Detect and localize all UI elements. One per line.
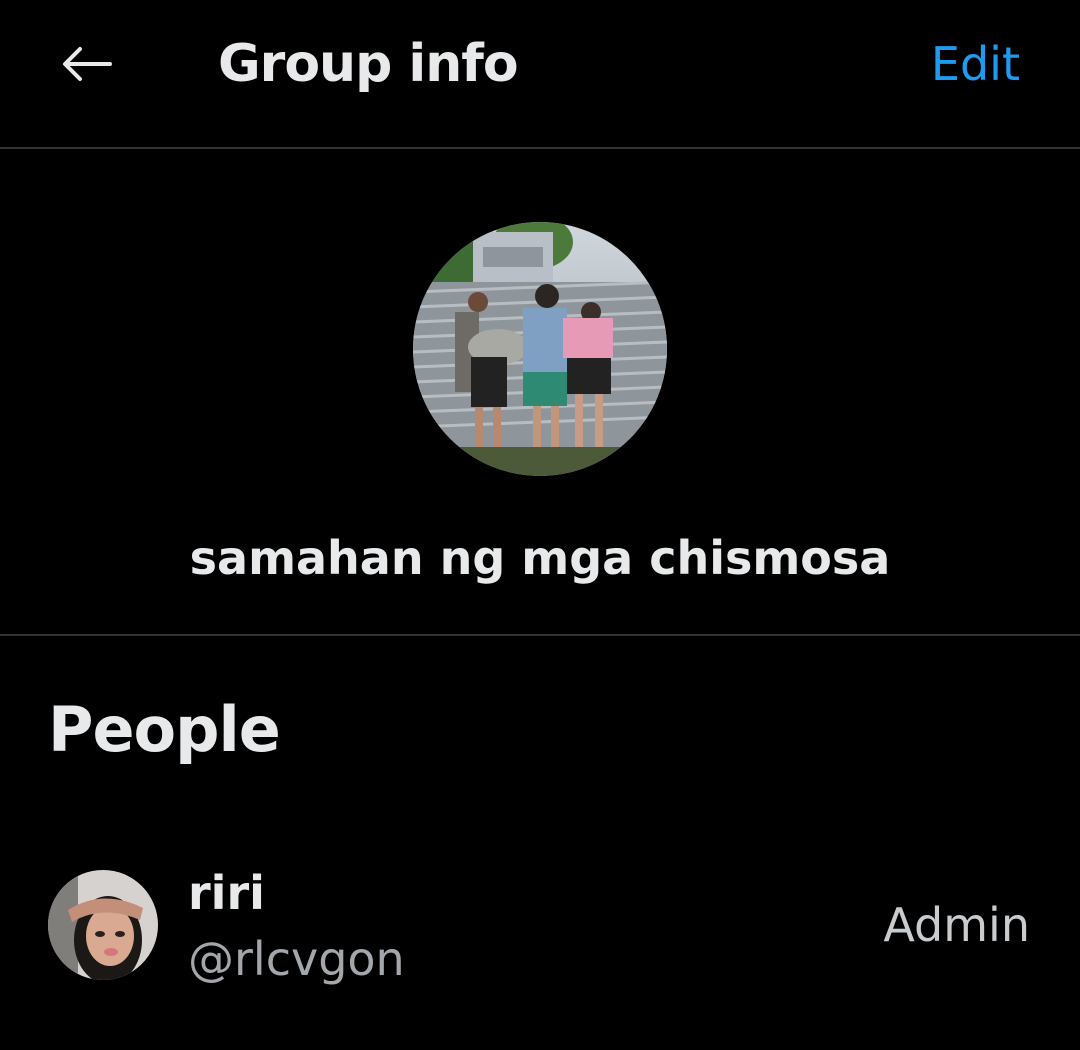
group-avatar[interactable] <box>413 222 667 476</box>
divider <box>0 147 1080 149</box>
top-bar: Group info Edit <box>0 0 1080 148</box>
page-title: Group info <box>218 34 519 94</box>
member-name: riri <box>188 866 265 920</box>
member-photo <box>48 870 158 980</box>
divider <box>0 634 1080 636</box>
member-role-badge: Admin <box>883 898 1030 952</box>
edit-button[interactable]: Edit <box>931 32 1020 96</box>
arrow-left-icon <box>63 47 112 81</box>
group-photo <box>413 222 667 476</box>
member-handle: @rlcvgon <box>188 932 405 986</box>
people-section-title: People <box>48 693 281 766</box>
back-button[interactable] <box>48 32 124 96</box>
avatar[interactable] <box>48 870 158 980</box>
member-row[interactable]: riri @rlcvgon Admin <box>0 850 1080 1000</box>
group-name: samahan ng mga chismosa <box>189 531 891 585</box>
